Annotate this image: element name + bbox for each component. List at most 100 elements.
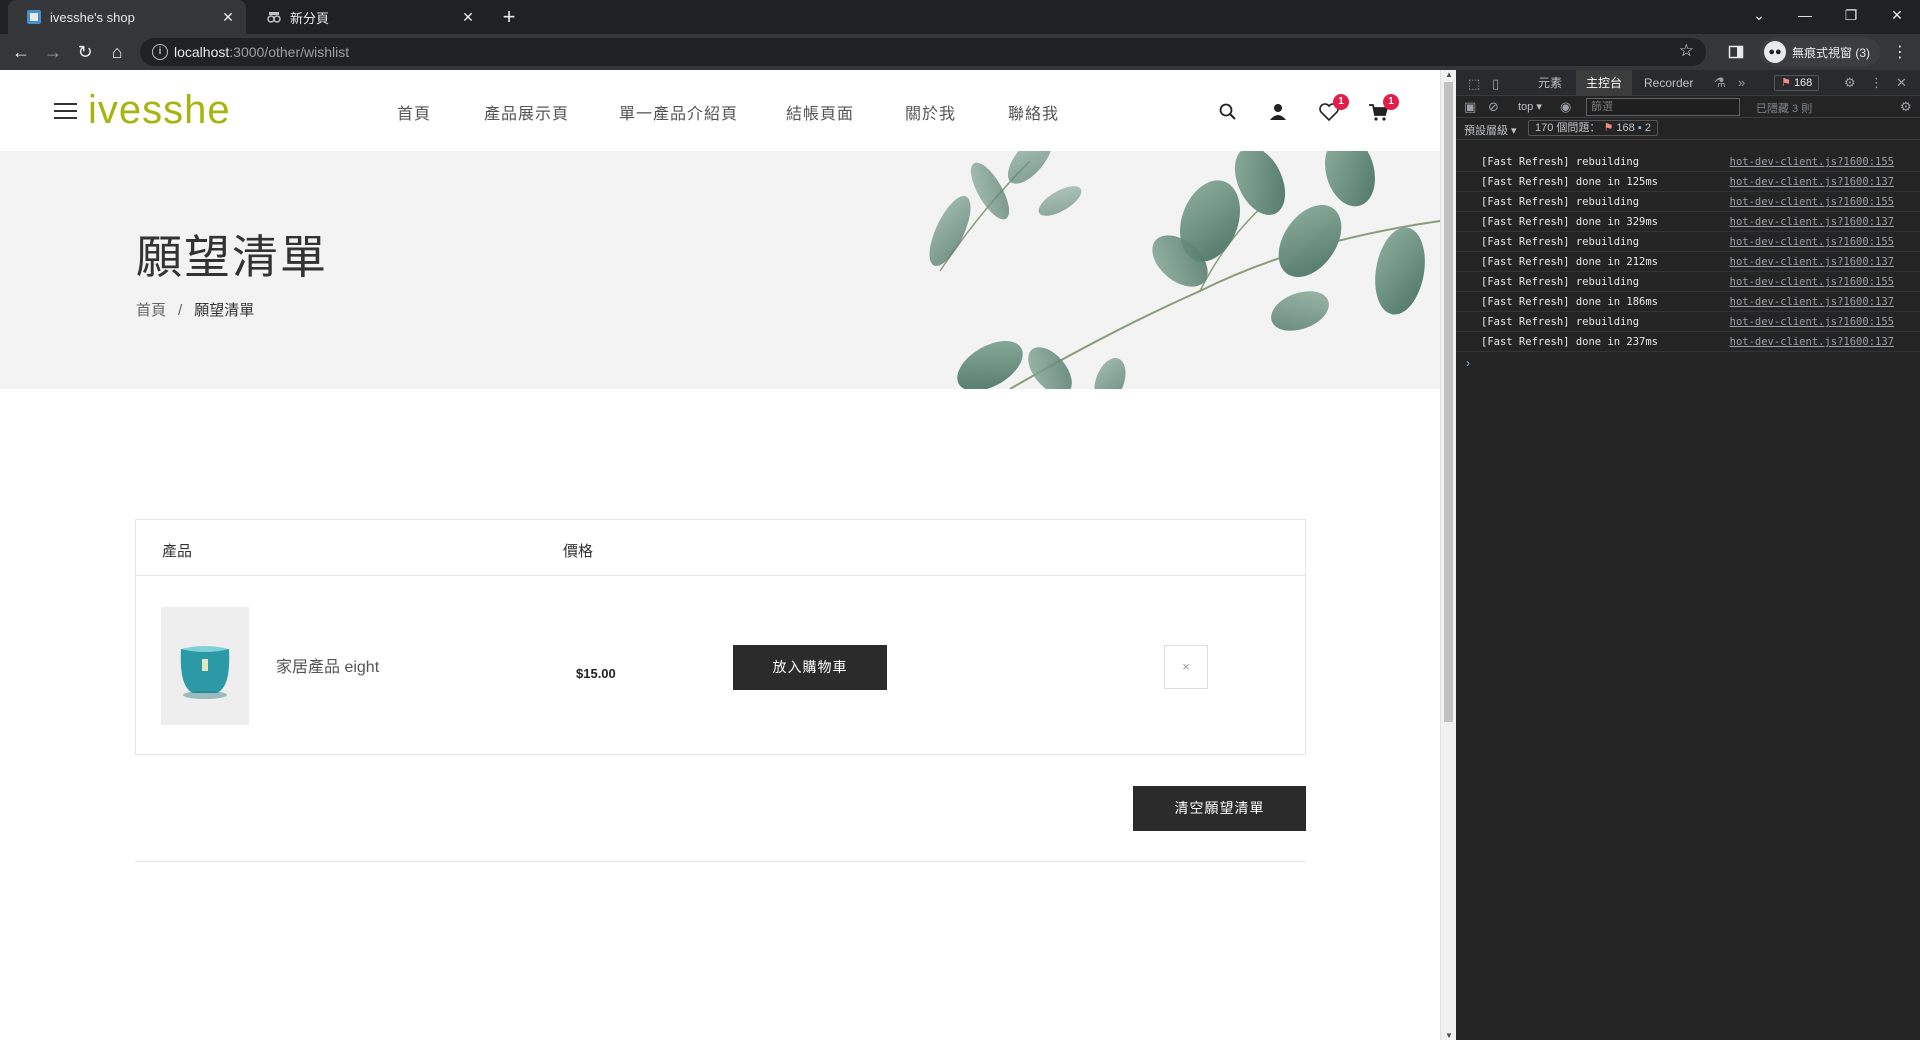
site-header: ivesshe 首頁 產品展示頁 單一產品介紹頁 結帳頁面 關於我 聯絡我 1 … <box>0 70 1440 151</box>
console-log-line: [Fast Refresh] rebuilding hot-dev-client.… <box>1456 312 1920 332</box>
console-toolbar: ▣ ⊘ top ▾ ◉ 已隱藏 3 則 ⚙ <box>1456 96 1920 118</box>
console-settings-icon[interactable]: ⚙ <box>1900 99 1912 115</box>
console-filter-input[interactable] <box>1586 98 1740 116</box>
scroll-down-icon[interactable]: ▼ <box>1444 1031 1454 1040</box>
log-source-link[interactable]: hot-dev-client.js?1600:155 <box>1730 156 1894 168</box>
forward-icon[interactable]: → <box>40 39 66 65</box>
log-source-link[interactable]: hot-dev-client.js?1600:137 <box>1730 216 1894 228</box>
log-source-link[interactable]: hot-dev-client.js?1600:137 <box>1730 256 1894 268</box>
recorder-flask-icon: ⚗ <box>1714 75 1726 90</box>
remove-item-button[interactable]: × <box>1164 645 1208 689</box>
incognito-favicon-icon <box>266 9 282 25</box>
console-log-line: [Fast Refresh] done in 237ms hot-dev-clie… <box>1456 332 1920 352</box>
nav-product-detail[interactable]: 單一產品介紹頁 <box>619 100 738 124</box>
page-viewport: ivesshe 首頁 產品展示頁 單一產品介紹頁 結帳頁面 關於我 聯絡我 1 … <box>0 70 1440 1040</box>
wishlist-table-header: 產品 價格 <box>136 520 1305 576</box>
search-icon[interactable] <box>1218 102 1240 124</box>
breadcrumb-home-link[interactable]: 首頁 <box>136 302 166 319</box>
tab-title: ivesshe's shop <box>50 9 135 25</box>
issue-info-icon: ▪ <box>1637 122 1642 134</box>
console-log-line: [Fast Refresh] rebuilding hot-dev-client.… <box>1456 232 1920 252</box>
issues-bar: 預設層級 ▾ 170 個問題： ⚑ 168 ▪ 2 <box>1456 118 1920 140</box>
devtools-tab-console[interactable]: 主控台 <box>1576 70 1633 96</box>
browser-tab-new[interactable]: 新分頁 ✕ <box>248 0 486 34</box>
inspect-element-icon[interactable]: ⬚ <box>1468 76 1480 92</box>
devtools-tab-recorder[interactable]: Recorder <box>1636 70 1701 96</box>
console-log-line: [Fast Refresh] done in 212ms hot-dev-clie… <box>1456 252 1920 272</box>
issues-button[interactable]: 170 個問題： ⚑ 168 ▪ 2 <box>1528 120 1658 136</box>
browser-tab-shop[interactable]: ivesshe's shop ✕ <box>8 0 246 34</box>
nav-products[interactable]: 產品展示頁 <box>484 100 569 124</box>
devtools-menu-icon[interactable]: ⋮ <box>1870 75 1883 91</box>
log-source-link[interactable]: hot-dev-client.js?1600:155 <box>1730 276 1894 288</box>
nav-about[interactable]: 關於我 <box>905 100 956 124</box>
sidebar-toggle-icon[interactable]: ▣ <box>1464 99 1476 115</box>
add-to-cart-button[interactable]: 放入購物車 <box>733 645 887 690</box>
hamburger-menu-icon[interactable] <box>54 103 77 119</box>
log-source-link[interactable]: hot-dev-client.js?1600:155 <box>1730 196 1894 208</box>
account-icon[interactable] <box>1268 102 1290 124</box>
nav-checkout[interactable]: 結帳頁面 <box>786 100 854 124</box>
minimize-icon[interactable]: — <box>1782 0 1828 30</box>
context-selector[interactable]: top ▾ <box>1518 100 1542 113</box>
console-log-line: [Fast Refresh] done in 329ms hot-dev-clie… <box>1456 212 1920 232</box>
url-text[interactable]: localhost:3000/other/wishlist <box>174 44 349 60</box>
restore-icon[interactable]: ❐ <box>1828 0 1874 30</box>
clear-wishlist-button[interactable]: 清空願望清單 <box>1133 786 1306 831</box>
close-tab-icon[interactable]: ✕ <box>460 9 476 25</box>
product-thumbnail[interactable] <box>161 607 249 725</box>
tab-search-icon[interactable]: ⌄ <box>1736 0 1782 30</box>
log-source-link[interactable]: hot-dev-client.js?1600:137 <box>1730 176 1894 188</box>
log-level-selector[interactable]: 預設層級 ▾ <box>1464 122 1517 138</box>
page-scrollbar[interactable]: ▲ ▼ <box>1440 70 1456 1040</box>
tab-title: 新分頁 <box>290 10 330 26</box>
side-panel-icon[interactable] <box>1728 38 1744 66</box>
console-prompt-icon[interactable]: › <box>1466 356 1470 370</box>
close-tab-icon[interactable]: ✕ <box>220 9 236 25</box>
address-bar[interactable]: i localhost:3000/other/wishlist ☆ <box>140 38 1706 66</box>
devtools-panel: ⬚ ▯ 元素 主控台 Recorder ⚗ » ⚑ 168 ⚙ ⋮ ✕ ▣ ⊘ … <box>1456 70 1920 1040</box>
col-price-header: 價格 <box>563 543 594 560</box>
clear-console-icon[interactable]: ⊘ <box>1488 99 1499 115</box>
page-hero-banner: 願望清單 首頁 / 願望清單 <box>0 151 1440 389</box>
site-logo[interactable]: ivesshe <box>88 88 231 133</box>
nav-contact[interactable]: 聯絡我 <box>1008 100 1059 124</box>
close-window-icon[interactable]: ✕ <box>1874 0 1920 30</box>
scroll-up-icon[interactable]: ▲ <box>1444 70 1454 79</box>
console-log-line: [Fast Refresh] rebuilding hot-dev-client.… <box>1456 192 1920 212</box>
breadcrumb-current: 願望清單 <box>194 302 255 319</box>
browser-menu-icon[interactable]: ⋮ <box>1892 38 1908 66</box>
back-icon[interactable]: ← <box>8 39 34 65</box>
error-count-badge[interactable]: ⚑ 168 <box>1774 75 1820 91</box>
device-toolbar-icon[interactable]: ▯ <box>1492 76 1499 92</box>
reload-icon[interactable]: ↻ <box>72 39 98 65</box>
browser-tab-strip: ivesshe's shop ✕ 新分頁 ✕ + ⌄ — ❐ ✕ <box>0 0 1920 34</box>
settings-gear-icon[interactable]: ⚙ <box>1844 75 1856 91</box>
new-tab-icon[interactable]: + <box>496 5 522 29</box>
wishlist-table: 產品 價格 家居產品 eight $15.00 放入購物車 × <box>135 519 1306 755</box>
site-info-icon[interactable]: i <box>152 44 168 60</box>
scrollbar-thumb[interactable] <box>1444 82 1453 722</box>
wishlist-count-badge: 1 <box>1333 94 1349 110</box>
browser-toolbar: ← → ↻ ⌂ i localhost:3000/other/wishlist … <box>0 34 1920 70</box>
devtools-tab-elements[interactable]: 元素 <box>1530 70 1570 96</box>
cart-count-badge: 1 <box>1383 94 1399 110</box>
console-log-line: [Fast Refresh] done in 125ms hot-dev-clie… <box>1456 172 1920 192</box>
log-source-link[interactable]: hot-dev-client.js?1600:155 <box>1730 236 1894 248</box>
live-expression-eye-icon[interactable]: ◉ <box>1560 99 1571 115</box>
log-source-link[interactable]: hot-dev-client.js?1600:155 <box>1730 316 1894 328</box>
profile-label: 無痕式視窗 (3) <box>1792 45 1871 60</box>
product-name[interactable]: 家居產品 eight <box>276 653 379 677</box>
nav-home[interactable]: 首頁 <box>397 100 431 124</box>
bookmark-star-icon[interactable]: ☆ <box>1679 41 1694 61</box>
log-source-link[interactable]: hot-dev-client.js?1600:137 <box>1730 336 1894 348</box>
eucalyptus-leaves-image <box>929 151 1440 389</box>
more-tabs-icon[interactable]: » <box>1738 75 1745 90</box>
incognito-profile-button[interactable]: ●● 無痕式視窗 (3) <box>1760 38 1880 66</box>
home-icon[interactable]: ⌂ <box>104 39 130 65</box>
console-log-line: [Fast Refresh] done in 186ms hot-dev-clie… <box>1456 292 1920 312</box>
divider <box>135 861 1306 862</box>
close-devtools-icon[interactable]: ✕ <box>1896 75 1907 91</box>
log-source-link[interactable]: hot-dev-client.js?1600:137 <box>1730 296 1894 308</box>
devtools-tabbar: ⬚ ▯ 元素 主控台 Recorder ⚗ » ⚑ 168 ⚙ ⋮ ✕ <box>1456 70 1920 96</box>
